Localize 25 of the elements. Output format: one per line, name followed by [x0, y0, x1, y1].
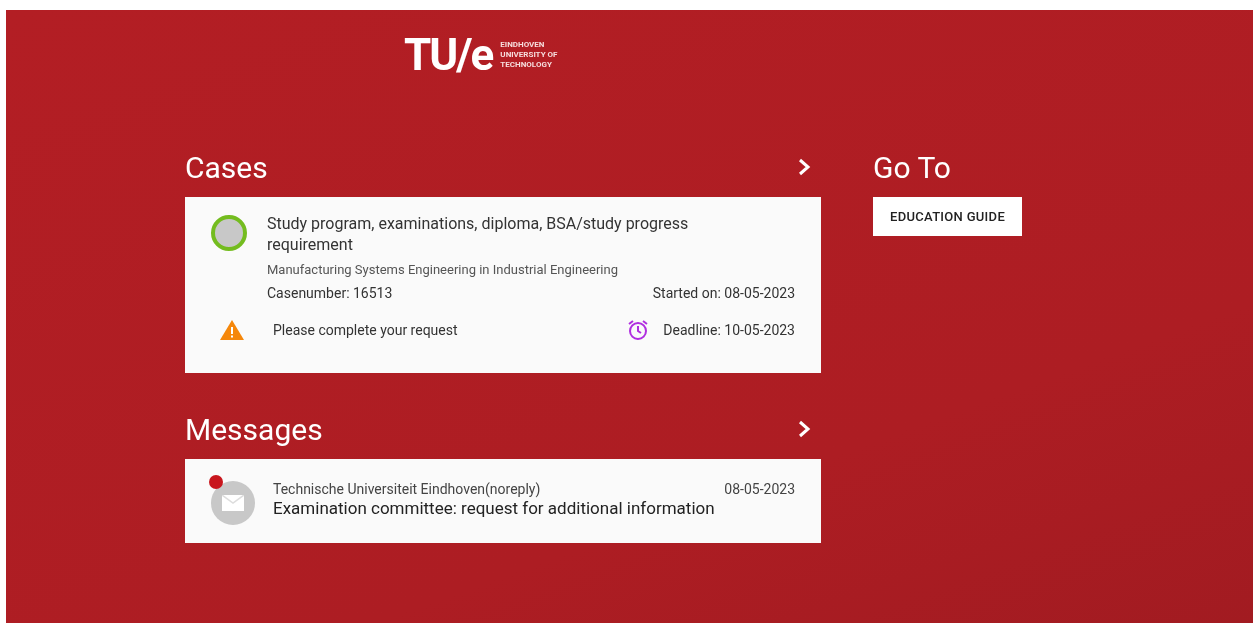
logo-text: TECHNOLOGY [500, 60, 553, 70]
warning-text: Please complete your request [273, 322, 458, 338]
logo-mark: TU/e [404, 33, 493, 77]
case-card[interactable] [185, 197, 821, 373]
section-title: Cases [185, 149, 268, 185]
logo-text: UNIVERSITY OF [500, 50, 558, 60]
education-guide-button[interactable]: EDUCATION GUIDE [873, 197, 1023, 236]
chevron-right-icon[interactable] [797, 158, 811, 176]
case-number: Casenumber: 16513 [267, 285, 393, 301]
start-date: Started on: 08-05-2023 [652, 285, 795, 301]
section-title: Go To [873, 149, 951, 185]
message-subject: Examination committee: request for additional information [273, 498, 716, 518]
case-title: Study program, examinations, diploma, BSA/study progress requirement [267, 213, 690, 255]
logo-text: EINDHOVEN [500, 40, 546, 50]
section-title: Messages [185, 411, 323, 447]
alarm-clock-icon [627, 319, 650, 341]
message-sender: Technische Universiteit Eindhoven(noreply) [273, 481, 541, 497]
message-card[interactable]: Technische Universiteit Eindhoven(noreply) 08-05-2023 Examination committee: request for additional information [185, 459, 821, 543]
status-circle-icon [211, 215, 247, 251]
chevron-right-icon[interactable] [797, 420, 811, 438]
message-date: 08-05-2023 [724, 481, 795, 497]
deadline-text: Deadline: 10-05-2023 [663, 322, 795, 338]
case-subtitle: Manufacturing Systems Engineering in Industrial Engineering [267, 262, 619, 277]
envelope-icon [222, 495, 244, 511]
warning-icon [219, 319, 245, 341]
